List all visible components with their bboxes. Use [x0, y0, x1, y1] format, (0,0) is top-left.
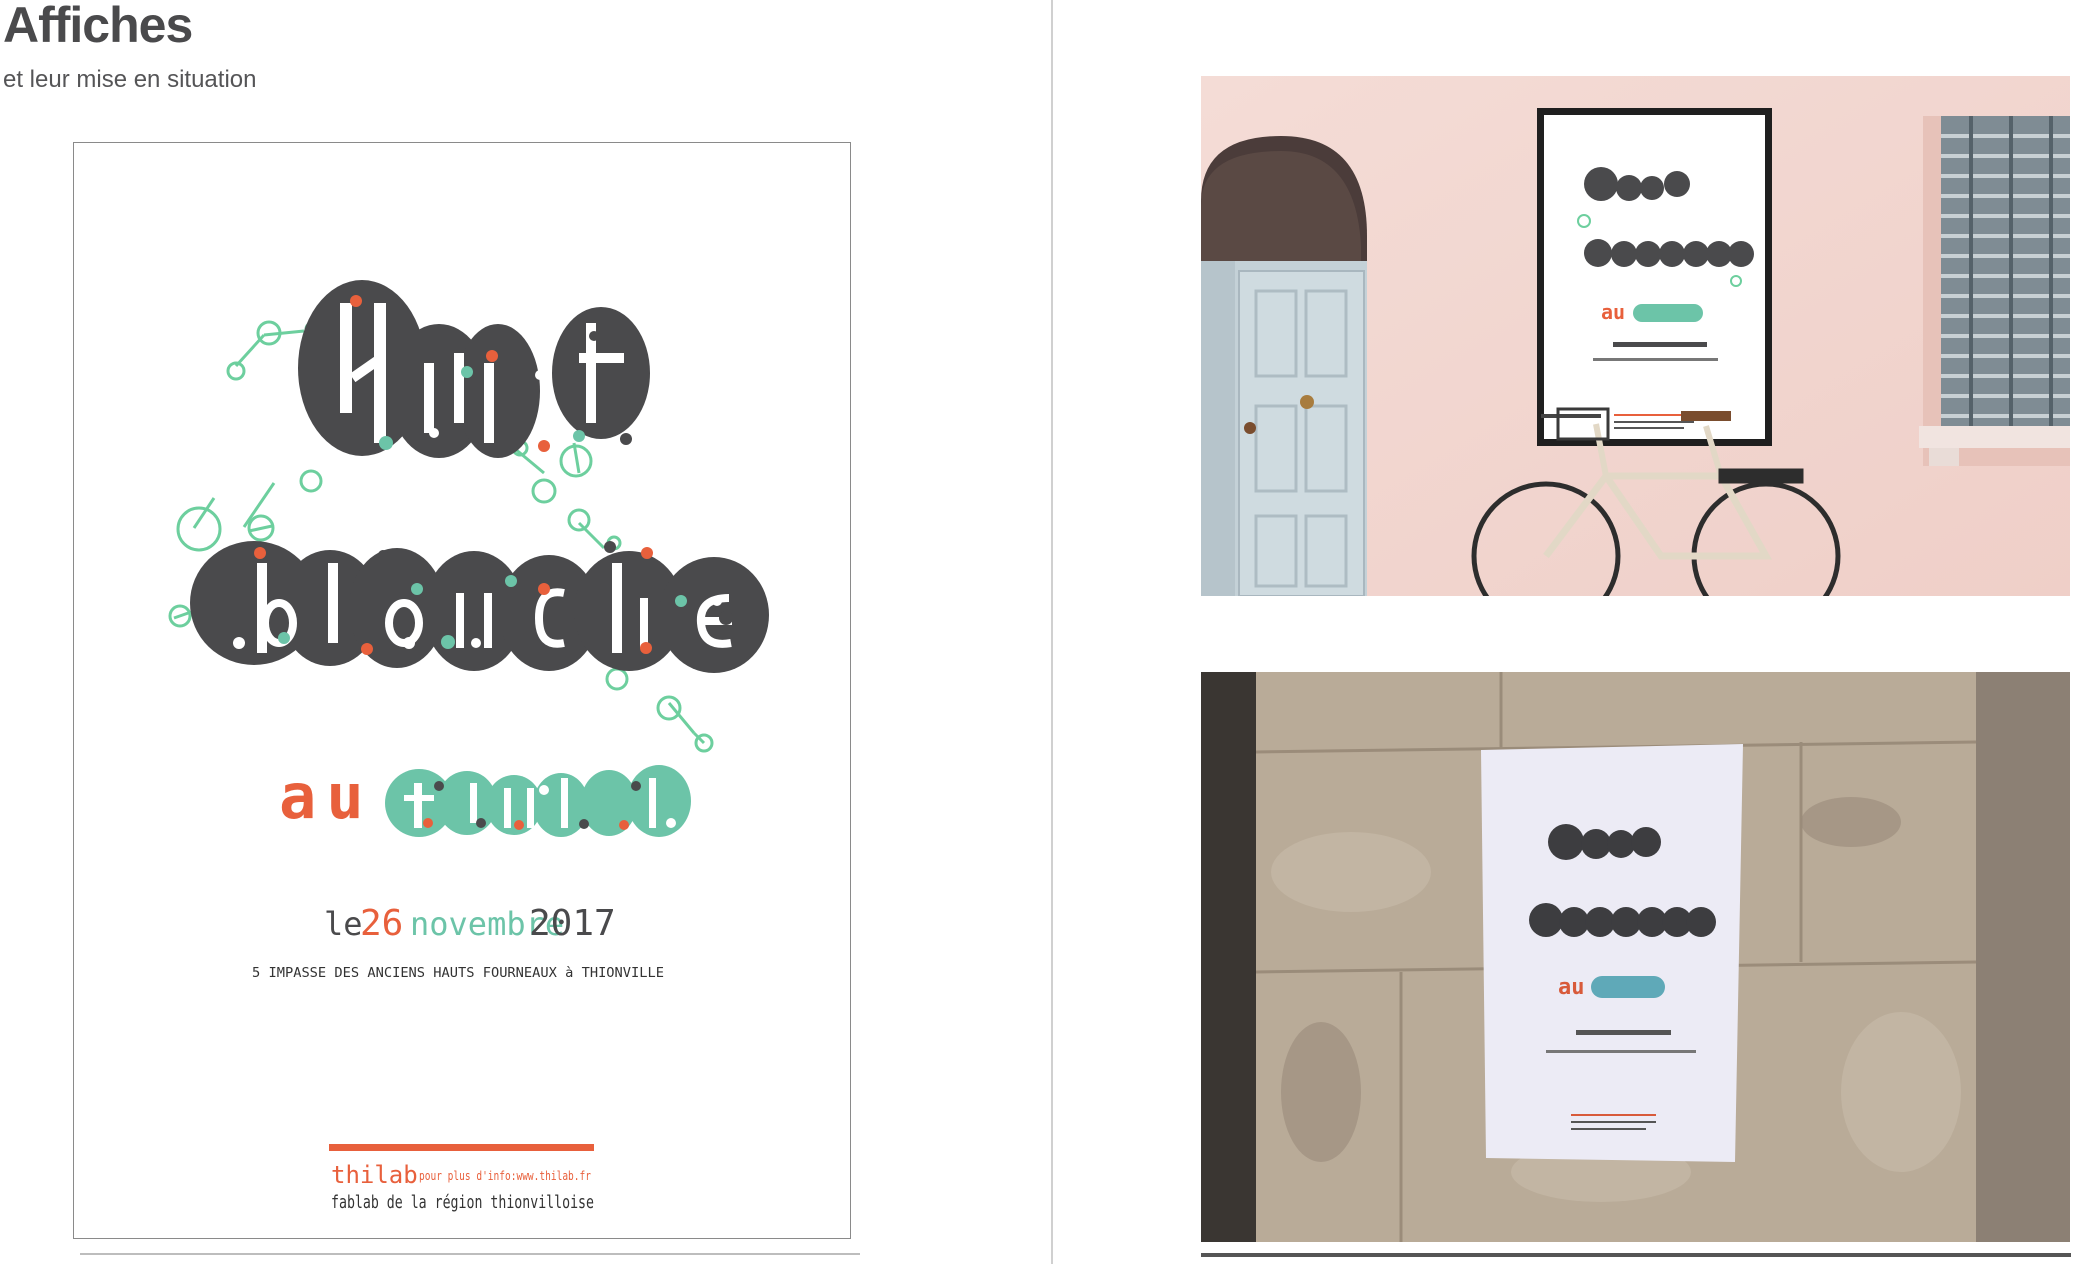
bottom-rule-left: [80, 1253, 860, 1255]
poster-brand: thilab: [331, 1161, 418, 1189]
mockup2-poster: au: [1481, 744, 1743, 1162]
poster-date-day: 26: [360, 903, 403, 944]
door-icon: [1201, 136, 1367, 596]
poster-info: pour plus d'info:www.thilab.fr: [419, 1169, 591, 1183]
bottom-rule-right: [1201, 1253, 2071, 1257]
svg-text:au: au: [1601, 300, 1625, 324]
mockup-stone-wall: au: [1201, 672, 2070, 1242]
poster-main: au le 26 novembre 2017 5 IMPASSE DES ANC…: [73, 142, 851, 1239]
poster-tagline: fablab de la région thionvilloise: [331, 1192, 594, 1213]
vertical-divider: [1051, 0, 1053, 1264]
window-icon: [1919, 116, 2070, 466]
page-subtitle: et leur mise en situation: [3, 66, 257, 93]
poster-au-text: au: [279, 760, 374, 833]
svg-text:au: au: [1558, 975, 1585, 1000]
mockup1-poster: au: [1537, 108, 1772, 446]
poster-footer-bar: [329, 1144, 594, 1151]
page-title: Affiches: [3, 0, 193, 53]
poster-fablab-graphic: [385, 765, 691, 837]
poster-date-year: 2017: [529, 903, 616, 944]
poster-title-nuit: [298, 280, 650, 458]
poster-address: 5 IMPASSE DES ANCIENS HAUTS FOURNEAUX à …: [252, 966, 664, 981]
poster-date: le 26 novembre 2017: [324, 903, 616, 944]
poster-date-le: le: [324, 905, 363, 943]
poster-title-blanche: [190, 541, 769, 673]
mockup-pink-wall: au: [1201, 76, 2070, 596]
